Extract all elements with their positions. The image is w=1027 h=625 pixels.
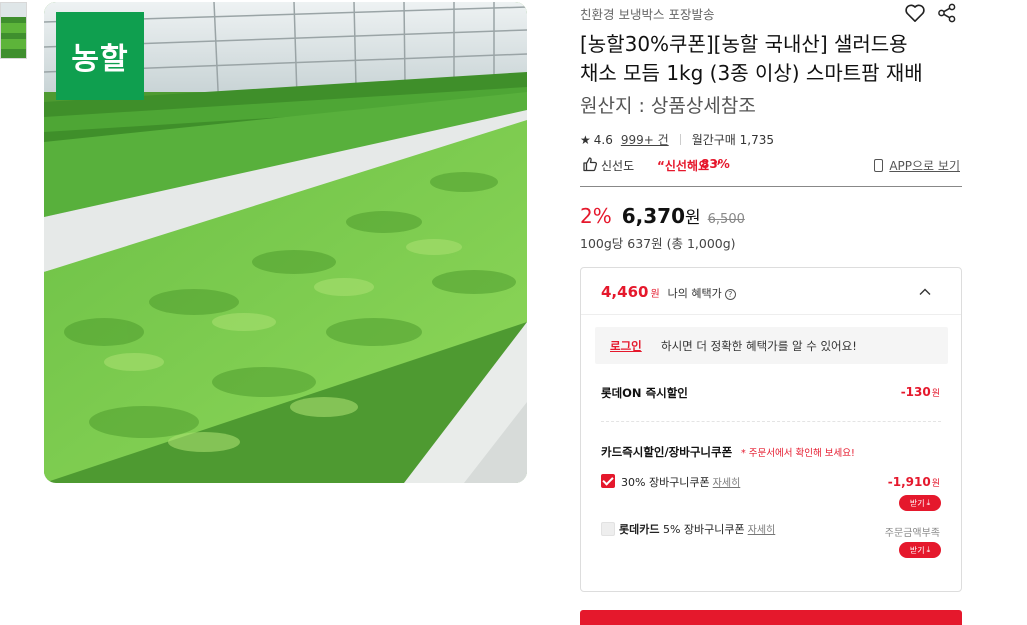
coupon1-value-wrap: -1,910원 <box>888 475 940 489</box>
coupon2-checkbox[interactable] <box>601 522 615 536</box>
info-icon[interactable]: ? <box>724 289 736 300</box>
benefit-header: 4,460 원 나의 혜택가 ? <box>601 283 736 301</box>
coupon1-text: 30% 장바구니쿠폰 <box>621 476 710 489</box>
price-row: 2% 6,370 원 6,500 <box>580 203 745 228</box>
coupon2-text-wrap: 롯데카드 5% 장바구니쿠폰 자세히 <box>619 521 775 537</box>
freshness-row: 신선도 “신선해요 ” 83% APP으로 보기 <box>582 155 962 175</box>
rating-row: ★ 4.6 999+ 건 월간구매 1,735 <box>580 131 774 148</box>
coupon2-brand: 롯데카드 <box>619 523 660 536</box>
benefit-header-divider <box>581 314 961 315</box>
coupon2-note: 주문금액부족 <box>884 528 940 539</box>
phone-icon <box>874 159 884 172</box>
coupon2-detail-link[interactable]: 자세히 <box>748 525 776 536</box>
gallery-thumbnail[interactable] <box>0 2 27 59</box>
heart-icon[interactable] <box>904 3 926 23</box>
card-coupon-note: * 주문서에서 확인해 보세요! <box>741 448 855 459</box>
benefit-label: 나의 혜택가 <box>667 287 722 300</box>
coupon1-value: -1,910 <box>887 475 931 489</box>
benefit-panel: 4,460 원 나의 혜택가 ? 로그인 하시면 더 정확한 혜택가를 알 수 … <box>580 267 962 592</box>
app-view-label: APP으로 보기 <box>889 159 960 173</box>
divider <box>679 134 681 145</box>
star-icon: ★ <box>580 132 591 147</box>
product-title-line: 채소 모듬 1kg (3종 이상) 스마트팜 재배 <box>580 61 923 85</box>
currency-unit: 원 <box>685 208 701 228</box>
download-label: 받기 <box>909 545 925 555</box>
won-unit: 원 <box>931 479 940 489</box>
card-coupon-label: 카드즉시할인/장바구니쿠폰 <box>601 445 733 459</box>
thumbnail-crop-row <box>1 23 26 33</box>
benefit-price: 4,460 <box>601 283 649 301</box>
buy-button[interactable] <box>580 610 962 625</box>
instant-discount-label: 롯데ON 즉시할인 <box>601 386 688 400</box>
download-icon: ⤓ <box>926 545 931 554</box>
download-icon: ⤓ <box>926 498 931 507</box>
product-title-line: [농할30%쿠폰][농할 국내산] 샐러드용 <box>580 32 908 56</box>
product-title: [농할30%쿠폰][농할 국내산] 샐러드용 채소 모듬 1kg (3종 이상)… <box>580 30 962 88</box>
instant-discount-value-wrap: -130원 <box>901 385 940 399</box>
thumbnail-sky <box>1 3 26 17</box>
shipping-tag: 친환경 보냉박스 포장발송 <box>580 7 715 22</box>
login-link[interactable]: 로그인 <box>610 338 642 354</box>
freshness-label: 신선도 <box>601 159 635 173</box>
app-view-link[interactable]: APP으로 보기 <box>874 157 960 174</box>
coupon1-detail-link[interactable]: 자세히 <box>713 478 741 489</box>
review-count-link[interactable]: 999+ 건 <box>621 131 669 148</box>
thumbs-up-icon <box>583 157 598 172</box>
login-notice: 로그인 하시면 더 정확한 혜택가를 알 수 있어요! <box>595 327 948 364</box>
discount-rate: 2% <box>580 204 612 228</box>
coupon1-checkbox[interactable] <box>601 474 615 488</box>
monthly-sales: 월간구매 1,735 <box>691 133 775 147</box>
brand-badge: 농할 <box>56 12 144 100</box>
coupon2-download-button[interactable]: 받기 ⤓ <box>899 542 941 558</box>
origin-text: 원산지 : 상품상세참조 <box>580 95 756 117</box>
thumbnail-crop-row <box>1 39 26 49</box>
freshness-percent: 83% <box>701 157 730 171</box>
coupon1-download-button[interactable]: 받기 ⤓ <box>899 495 941 511</box>
sale-price: 6,370 <box>621 204 685 228</box>
rating-value: 4.6 <box>593 132 613 147</box>
chevron-up-icon[interactable] <box>919 286 931 298</box>
instant-discount-value: -130 <box>900 385 931 399</box>
benefit-currency: 원 <box>650 289 660 300</box>
login-notice-text: 하시면 더 정확한 혜택가를 알 수 있어요! <box>661 339 857 353</box>
coupon2-text: 5% 장바구니쿠폰 <box>662 523 745 536</box>
coupon1-text-wrap: 30% 장바구니쿠폰 자세히 <box>621 474 740 490</box>
unit-price: 100g당 637원 (총 1,000g) <box>580 236 736 251</box>
dashed-divider <box>601 421 941 422</box>
section-divider <box>580 186 962 187</box>
share-icon[interactable] <box>937 3 957 23</box>
download-label: 받기 <box>909 498 925 508</box>
won-unit: 원 <box>931 389 940 399</box>
original-price: 6,500 <box>707 212 745 227</box>
product-main-image[interactable]: 농할 <box>44 2 527 483</box>
